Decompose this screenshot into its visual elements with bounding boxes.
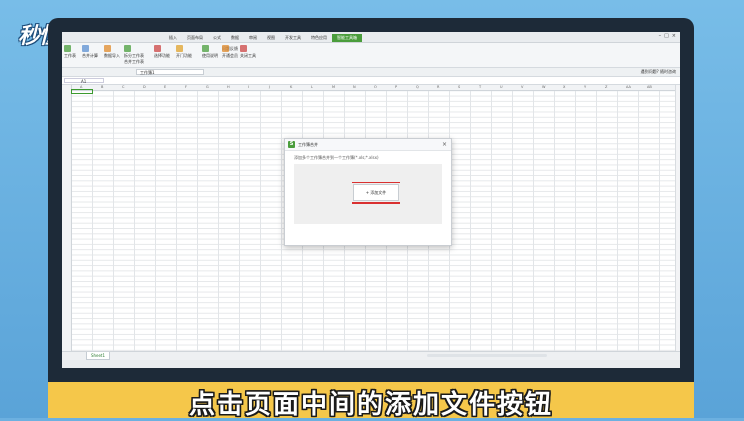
menu-tab[interactable]: 审阅 [244,34,262,42]
ribbon-item-icon [240,45,247,52]
spreadsheet-window: 插入 页面布局 公式 数据 审阅 视图 开发工具 特色应用 智能工具箱 – □ × 工作表 合并计… [62,32,680,368]
minimize-icon[interactable]: – [659,33,662,39]
name-box[interactable]: A1 [64,78,104,84]
column-header[interactable]: G [206,85,209,90]
highlight-underline [352,202,400,204]
column-header[interactable]: J [269,85,270,90]
caption-bar: 点击页面中间的添加文件按钮 [48,382,694,420]
menu-tab[interactable]: 视图 [262,34,280,42]
column-header[interactable]: C [122,85,124,90]
column-header[interactable]: K [290,85,292,90]
column-header[interactable]: O [374,85,377,90]
ribbon-item-icon [154,45,161,52]
column-header[interactable]: E [164,85,166,90]
ribbon-item-icon [124,45,131,52]
horizontal-scrollbar[interactable] [427,354,547,357]
menu-bar: 插入 页面布局 公式 数据 审阅 视图 开发工具 特色应用 智能工具箱 – □ × [62,32,680,43]
add-file-label: 添加文件 [370,190,387,195]
column-header[interactable]: R [437,85,439,90]
maximize-icon[interactable]: □ [664,33,669,39]
ribbon-item-icon [64,45,71,52]
caption-text: 点击页面中间的添加文件按钮 [188,390,553,420]
file-drop-area: + 添加文件 [294,164,442,224]
dialog-description: 添加多个工作簿合并到一个工作簿(*.xls;*.xlsx) [294,155,379,160]
ribbon-item[interactable]: 关闭工具 [240,53,256,59]
ribbon-item[interactable]: 合并工作表 [124,59,144,65]
column-header[interactable]: S [458,85,460,90]
column-header[interactable]: Y [584,85,586,90]
ribbon-item-icon [202,45,209,52]
sheet-bar: Sheet1 [62,351,680,360]
column-header[interactable]: X [563,85,565,90]
column-header[interactable]: M [332,85,335,90]
menu-tab[interactable]: 数据 [226,34,244,42]
column-header[interactable]: H [227,85,230,90]
dialog-title: 工作簿合并 [298,142,318,147]
column-header[interactable]: F [185,85,187,90]
column-header[interactable]: D [143,85,146,90]
ribbon-item[interactable]: 使用说明 [202,53,218,59]
ribbon-item[interactable]: 选择功能 [154,53,170,59]
quick-access-toolbar: 工作簿1 遇到问题? 随时咨询 [62,68,680,77]
selected-cell[interactable] [71,89,93,94]
menu-tab[interactable]: 开发工具 [280,34,306,42]
sheet-tab[interactable]: Sheet1 [86,352,110,360]
ribbon-item[interactable]: 开通会员 [222,53,238,59]
column-header[interactable]: L [311,85,313,90]
menu-tab[interactable]: 公式 [208,34,226,42]
ribbon-item[interactable]: 工作表 [64,53,76,59]
ribbon-item-icon [176,45,183,52]
dialog-titlebar: S 工作簿合并 × [285,139,451,151]
highlight-mark [352,182,400,183]
menu-tab[interactable]: 特色应用 [306,34,332,42]
menu-tab[interactable]: 页面布局 [182,34,208,42]
close-icon[interactable]: × [672,33,676,39]
column-header[interactable]: AB [647,85,652,90]
menu-tabs: 插入 页面布局 公式 数据 审阅 视图 开发工具 特色应用 智能工具箱 [164,34,362,42]
ribbon-item[interactable]: 数据导入 [104,53,120,59]
column-header[interactable]: B [101,85,103,90]
status-bar [62,360,680,368]
ribbon-item-icon [82,45,89,52]
column-header[interactable]: V [521,85,523,90]
document-tab[interactable]: 工作簿1 [136,69,204,75]
help-text[interactable]: 遇到问题? 随时咨询 [641,69,676,75]
column-header[interactable]: T [479,85,481,90]
merge-workbook-dialog: S 工作簿合并 × 添加多个工作簿合并到一个工作簿(*.xls;*.xlsx) … [284,138,452,246]
ribbon-item-icon [222,45,229,52]
column-header[interactable]: Q [416,85,419,90]
column-header[interactable]: P [395,85,397,90]
column-header[interactable]: I [248,85,249,90]
column-header[interactable]: W [542,85,545,90]
ribbon-item-icon [104,45,111,52]
column-header[interactable]: Z [605,85,607,90]
row-headers [62,85,72,351]
column-headers: A B C D E F G H I J K L M N O P Q R S T U V W X Y Z AA AB [62,85,680,91]
window-controls: – □ × [659,33,676,39]
column-header[interactable]: N [353,85,356,90]
vertical-scrollbar[interactable] [675,85,680,351]
column-header[interactable]: U [500,85,503,90]
menu-tab[interactable]: 智能工具箱 [332,34,362,42]
dialog-close-icon[interactable]: × [442,139,447,150]
add-file-button[interactable]: + 添加文件 [353,184,399,201]
formula-bar: A1 [62,77,680,85]
app-icon: S [288,141,295,148]
column-header[interactable]: AA [626,85,631,90]
menu-tab[interactable]: 插入 [164,34,182,42]
ribbon-item[interactable]: 开门功能 [176,53,192,59]
ribbon-item[interactable]: 合并计算 [82,53,98,59]
ribbon: 工作表 合并计算 数据导入 拆分工作表 合并工作表 选择功能 开门功能 使用说明 问题反馈 开通会… [62,43,680,68]
